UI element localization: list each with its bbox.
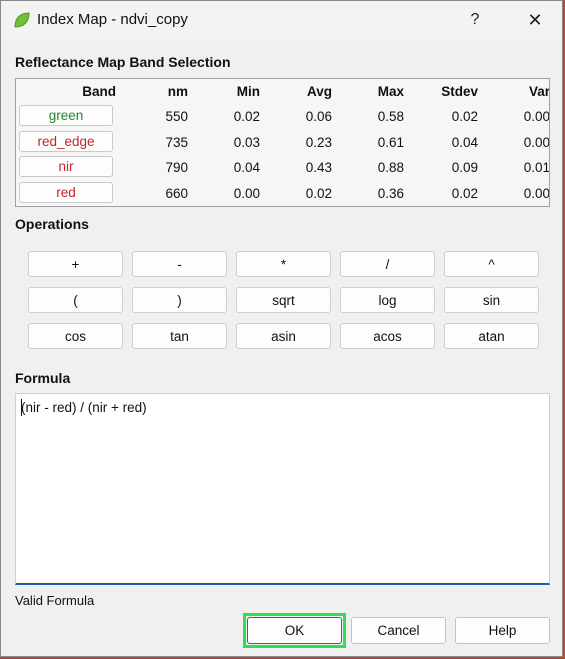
op-tan-button[interactable]: tan <box>132 323 227 349</box>
op-log-button[interactable]: log <box>340 287 435 313</box>
cell-stdev: 0.09 <box>451 160 478 175</box>
op-multiply-button[interactable]: * <box>236 251 331 277</box>
cell-var: 0.00 <box>523 109 550 124</box>
cell-nm: 550 <box>165 109 188 124</box>
cell-nm: 790 <box>165 160 188 175</box>
op-close-paren-button[interactable]: ) <box>132 287 227 313</box>
column-header-min: Min <box>236 84 260 99</box>
cell-max: 0.36 <box>377 186 404 201</box>
index-map-dialog: Index Map - ndvi_copy ? ✕ Reflectance Ma… <box>0 0 563 657</box>
cell-avg: 0.02 <box>305 186 332 201</box>
cell-var: 0.00 <box>523 135 550 150</box>
formula-status: Valid Formula <box>15 593 95 608</box>
op-plus-button[interactable]: + <box>28 251 123 277</box>
cell-stdev: 0.02 <box>451 109 478 124</box>
column-header-max: Max <box>377 84 404 99</box>
formula-input[interactable]: (nir - red) / (nir + red) <box>15 393 550 585</box>
cell-stdev: 0.04 <box>451 135 478 150</box>
column-header-nm: nm <box>167 84 188 99</box>
text-caret <box>21 399 22 416</box>
cell-max: 0.61 <box>377 135 404 150</box>
cell-min: 0.02 <box>233 109 260 124</box>
cell-nm: 660 <box>165 186 188 201</box>
leaf-icon <box>14 12 30 28</box>
operations-section-title: Operations <box>15 216 89 232</box>
cell-max: 0.88 <box>377 160 404 175</box>
op-divide-button[interactable]: / <box>340 251 435 277</box>
formula-text: (nir - red) / (nir + red) <box>21 400 147 415</box>
close-icon[interactable]: ✕ <box>513 5 557 35</box>
column-header-band: Band <box>82 84 116 99</box>
bands-section-title: Reflectance Map Band Selection <box>15 54 231 70</box>
cell-avg: 0.43 <box>305 160 332 175</box>
cell-min: 0.00 <box>233 186 260 201</box>
formula-section-title: Formula <box>15 370 71 386</box>
cell-stdev: 0.02 <box>451 186 478 201</box>
op-sin-button[interactable]: sin <box>444 287 539 313</box>
column-header-avg: Avg <box>306 84 332 99</box>
cancel-button[interactable]: Cancel <box>351 617 446 644</box>
band-button-nir[interactable]: nir <box>19 156 113 177</box>
op-sqrt-button[interactable]: sqrt <box>236 287 331 313</box>
op-cos-button[interactable]: cos <box>28 323 123 349</box>
band-button-red-edge[interactable]: red_edge <box>19 131 113 152</box>
column-header-stdev: Stdev <box>441 84 478 99</box>
help-button[interactable]: Help <box>455 617 550 644</box>
op-asin-button[interactable]: asin <box>236 323 331 349</box>
op-open-paren-button[interactable]: ( <box>28 287 123 313</box>
band-button-green[interactable]: green <box>19 105 113 126</box>
cell-avg: 0.23 <box>305 135 332 150</box>
cell-min: 0.04 <box>233 160 260 175</box>
op-minus-button[interactable]: - <box>132 251 227 277</box>
ok-button[interactable]: OK <box>247 617 342 644</box>
cell-max: 0.58 <box>377 109 404 124</box>
column-header-var: Var <box>528 84 550 99</box>
op-atan-button[interactable]: atan <box>444 323 539 349</box>
cell-avg: 0.06 <box>305 109 332 124</box>
cell-var: 0.01 <box>523 160 550 175</box>
cell-var: 0.00 <box>523 186 550 201</box>
title-bar[interactable]: Index Map - ndvi_copy ? ✕ <box>1 1 562 39</box>
window-title: Index Map - ndvi_copy <box>37 11 188 28</box>
band-table: Band nm Min Avg Max Stdev Var green 550 … <box>15 78 550 207</box>
band-button-red[interactable]: red <box>19 182 113 203</box>
op-acos-button[interactable]: acos <box>340 323 435 349</box>
op-power-button[interactable]: ^ <box>444 251 539 277</box>
help-icon[interactable]: ? <box>453 5 497 35</box>
cell-min: 0.03 <box>233 135 260 150</box>
cell-nm: 735 <box>165 135 188 150</box>
